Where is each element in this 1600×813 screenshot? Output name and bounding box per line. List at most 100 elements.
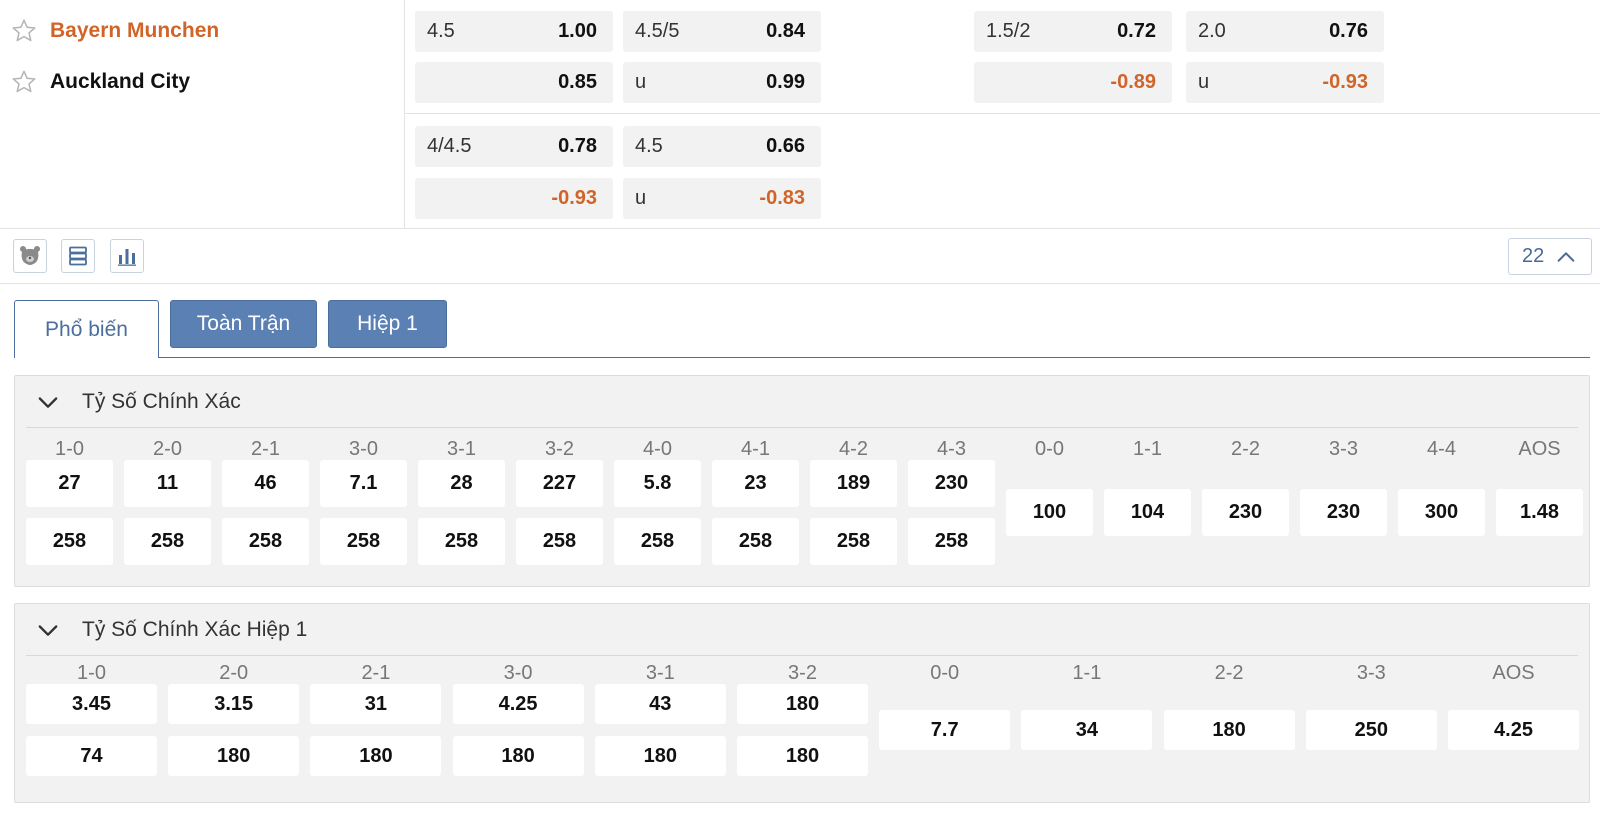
odds-draw-cell[interactable]: 4.25: [1448, 710, 1579, 750]
odds-home-cell[interactable]: 11: [124, 460, 211, 507]
odds-value: -0.83: [759, 187, 805, 209]
odds-home-cell[interactable]: 180: [737, 684, 868, 724]
odds-draw-cell[interactable]: 104: [1104, 489, 1191, 536]
odds-away-cell[interactable]: 180: [310, 736, 442, 776]
favorite-star-icon[interactable]: [10, 17, 38, 45]
list-button[interactable]: [61, 239, 95, 273]
score-column: 2-1 46 258: [222, 376, 309, 588]
score-column: 4-4 300: [1398, 376, 1485, 588]
score-label: 3-3: [1356, 662, 1386, 684]
score-label: 3-0: [349, 438, 378, 460]
odds-draw-cell[interactable]: 34: [1021, 710, 1153, 750]
score-label: 3-3: [1329, 438, 1358, 460]
odds-away-cell[interactable]: 258: [418, 518, 505, 565]
odds-home-cell[interactable]: 189: [810, 460, 897, 507]
stats-button[interactable]: [110, 239, 144, 273]
odds-draw-cell[interactable]: 300: [1398, 489, 1485, 536]
odds-line: 4.5: [427, 20, 455, 42]
bear-icon: [20, 246, 40, 265]
odds-value: 0.85: [558, 71, 597, 93]
odds-cell[interactable]: 2.0 0.76: [1186, 11, 1384, 52]
odds-value: 0.99: [766, 71, 805, 93]
bear-button[interactable]: [13, 239, 47, 273]
score-column: 1-0 27 258: [26, 376, 113, 588]
odds-cell[interactable]: 4.5 0.66: [623, 126, 821, 167]
tab-popular[interactable]: Phổ biến: [14, 300, 159, 358]
odds-draw-cell[interactable]: 1.48: [1496, 489, 1583, 536]
odds-cell[interactable]: u 0.99: [623, 62, 821, 103]
collapse-toggle[interactable]: 22: [1508, 238, 1592, 275]
odds-home-cell[interactable]: 4.25: [452, 684, 584, 724]
market-count: 22: [1522, 245, 1545, 267]
team-away-name[interactable]: Auckland City: [50, 70, 190, 94]
odds-line: 1.5/2: [986, 20, 1031, 42]
odds-value: 1.00: [558, 20, 597, 42]
team-away: Auckland City: [10, 67, 190, 97]
score-label: 2-0: [219, 662, 249, 684]
odds-cell[interactable]: 1.5/2 0.72: [974, 11, 1172, 52]
odds-home-cell[interactable]: 28: [418, 460, 505, 507]
odds-away-cell[interactable]: 258: [124, 518, 211, 565]
odds-draw-cell[interactable]: 180: [1163, 710, 1295, 750]
odds-draw-cell[interactable]: 230: [1202, 489, 1289, 536]
odds-away-cell[interactable]: 258: [320, 518, 407, 565]
odds-away-cell[interactable]: 258: [908, 518, 995, 565]
odds-home-cell[interactable]: 43: [594, 684, 726, 724]
odds-cell[interactable]: -0.93: [415, 178, 613, 219]
score-label: 1-0: [77, 662, 106, 684]
row-divider: [405, 113, 1600, 114]
score-column: 2-2 180: [1163, 604, 1295, 804]
odds-home-cell[interactable]: 27: [26, 460, 113, 507]
odds-home-cell[interactable]: 23: [712, 460, 799, 507]
odds-away-cell[interactable]: 258: [222, 518, 309, 565]
odds-away-cell[interactable]: 180: [168, 736, 300, 776]
odds-draw-cell[interactable]: 7.7: [879, 710, 1011, 750]
odds-away-cell[interactable]: 180: [594, 736, 726, 776]
odds-draw-cell[interactable]: 230: [1300, 489, 1387, 536]
odds-away-cell[interactable]: 258: [26, 518, 113, 565]
odds-cell[interactable]: 4.5/5 0.84: [623, 11, 821, 52]
odds-draw-cell[interactable]: 100: [1006, 489, 1093, 536]
odds-away-cell[interactable]: 74: [26, 736, 157, 776]
odds-home-cell[interactable]: 46: [222, 460, 309, 507]
score-label: 3-2: [545, 438, 574, 460]
odds-line: 4.5/5: [635, 20, 680, 42]
score-column: 3-3 250: [1305, 604, 1437, 804]
odds-cell[interactable]: u -0.93: [1186, 62, 1384, 103]
team-home: Bayern Munchen: [10, 16, 219, 46]
odds-cell[interactable]: -0.89: [974, 62, 1172, 103]
team-home-name[interactable]: Bayern Munchen: [50, 19, 219, 43]
score-label: 1-0: [55, 438, 84, 460]
odds-away-cell[interactable]: 258: [614, 518, 701, 565]
odds-away-cell[interactable]: 258: [712, 518, 799, 565]
tab-full-match[interactable]: Toàn Trận: [170, 300, 317, 348]
odds-away-cell[interactable]: 180: [452, 736, 584, 776]
odds-home-cell[interactable]: 5.8: [614, 460, 701, 507]
score-label: 0-0: [1035, 438, 1064, 460]
odds-home-cell[interactable]: 7.1: [320, 460, 407, 507]
odds-home-cell[interactable]: 227: [516, 460, 603, 507]
odds-line: 4.5: [635, 135, 663, 157]
odds-cell[interactable]: 4/4.5 0.78: [415, 126, 613, 167]
odds-cell[interactable]: 4.5 1.00: [415, 11, 613, 52]
score-column: 2-0 3.15 180: [168, 604, 300, 804]
score-column: 1-0 3.45 74: [26, 604, 157, 804]
odds-draw-cell[interactable]: 250: [1305, 710, 1437, 750]
odds-away-cell[interactable]: 258: [810, 518, 897, 565]
odds-value: -0.89: [1110, 71, 1156, 93]
odds-home-cell[interactable]: 3.45: [26, 684, 157, 724]
correct-score-section: Tỷ Số Chính Xác 1-0 27 258 2-0 11 258 2-1 46 258…: [14, 375, 1590, 587]
odds-away-cell[interactable]: 258: [516, 518, 603, 565]
odds-home-cell[interactable]: 230: [908, 460, 995, 507]
score-label: 0-0: [930, 662, 960, 684]
favorite-star-icon[interactable]: [10, 68, 38, 96]
odds-away-cell[interactable]: 180: [737, 736, 868, 776]
tab-first-half[interactable]: Hiệp 1: [328, 300, 447, 348]
odds-cell[interactable]: u -0.83: [623, 178, 821, 219]
odds-home-cell[interactable]: 31: [310, 684, 442, 724]
odds-value: 0.76: [1329, 20, 1368, 42]
score-label: 3-1: [645, 662, 675, 684]
odds-cell[interactable]: 0.85: [415, 62, 613, 103]
score-label: 1-1: [1133, 438, 1162, 460]
odds-home-cell[interactable]: 3.15: [168, 684, 300, 724]
